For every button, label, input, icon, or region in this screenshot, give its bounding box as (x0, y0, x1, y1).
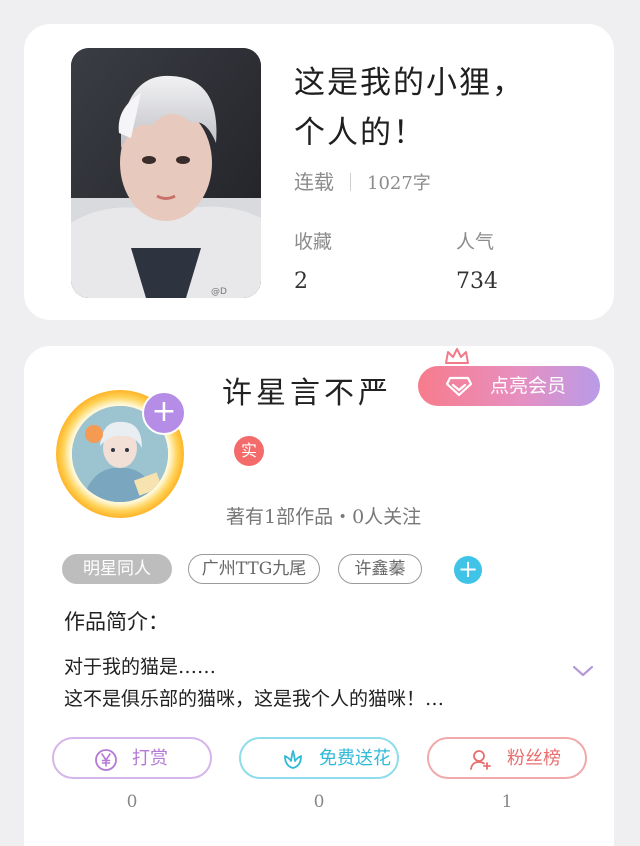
tag-item[interactable]: 广州TTG九尾 (188, 554, 320, 584)
send-flower-button[interactable]: 免费送花 (239, 737, 399, 779)
book-cover-image[interactable]: @D (71, 48, 261, 298)
reward-button[interactable]: 打赏 (52, 737, 212, 779)
cover-watermark: @D (211, 287, 227, 297)
book-title-line2: 个人的！ (294, 115, 426, 151)
popularity-label: 人气 (456, 231, 495, 253)
reward-label: 打赏 (132, 748, 168, 769)
crown-icon (445, 348, 469, 364)
book-info-card: @D 这是我的小狸， 个人的！ 连载 1027字 收藏 人气 2 734 (24, 24, 614, 320)
tag-item[interactable]: 许鑫蓁 (338, 554, 422, 584)
fans-ranking-button[interactable]: 粉丝榜 (427, 737, 587, 779)
fans-ranking-label: 粉丝榜 (507, 748, 561, 769)
follow-plus-button[interactable]: + (142, 391, 186, 435)
tag-item[interactable]: 明星同人 (62, 554, 172, 584)
flower-count: 0 (313, 792, 325, 812)
fans-icon (470, 750, 491, 770)
book-title: 这是我的小狸， 个人的！ (294, 58, 594, 158)
chevron-down-icon[interactable] (572, 664, 594, 678)
author-name[interactable]: 许星言不严 (222, 368, 392, 412)
intro-line2: 这不是俱乐部的猫咪，这是我个人的猫咪！… (64, 688, 445, 710)
divider (350, 173, 351, 191)
favorites-label: 收藏 (294, 231, 333, 253)
reward-count: 0 (126, 792, 138, 812)
yen-icon (95, 749, 117, 771)
add-tag-button[interactable]: + (454, 556, 482, 584)
send-flower-label: 免费送花 (319, 748, 391, 769)
fans-count: 1 (501, 792, 513, 812)
popularity-value: 734 (456, 269, 498, 294)
book-status-row: 连载 1027字 (294, 166, 431, 195)
author-card: + 许星言不严 点亮会员 实 著有1部作品・0人关注 明星同人 广州TTG九尾 … (24, 346, 614, 846)
author-works-info: 著有1部作品・0人关注 (226, 506, 422, 528)
favorites-value: 2 (294, 269, 308, 294)
vip-label: 点亮会员 (490, 375, 567, 397)
flower-icon (284, 750, 302, 769)
intro-heading: 作品简介： (64, 610, 169, 634)
word-count: 1027字 (367, 173, 431, 194)
verified-badge: 实 (234, 436, 264, 466)
book-status: 连载 (294, 170, 334, 194)
intro-line1: 对于我的猫是…… (64, 656, 217, 678)
vip-button[interactable]: 点亮会员 (418, 366, 600, 406)
diamond-icon (446, 376, 472, 396)
book-title-line1: 这是我的小狸， (294, 65, 525, 101)
